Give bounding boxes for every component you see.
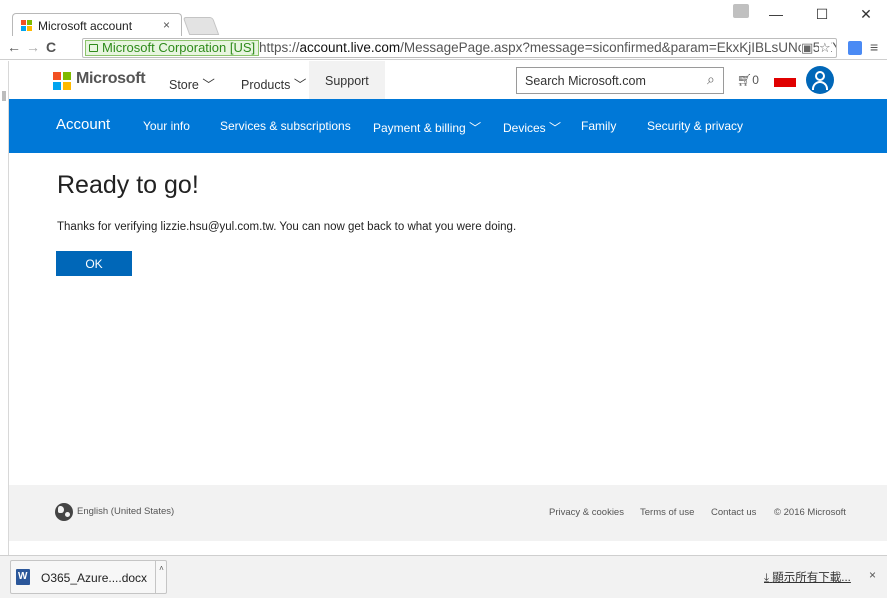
nav-security-privacy[interactable]: Security & privacy <box>647 119 743 133</box>
browser-tab[interactable]: Microsoft account × <box>12 13 182 37</box>
terms-of-use-link[interactable]: Terms of use <box>640 507 694 518</box>
download-options-chevron-icon[interactable]: ˄ <box>155 561 167 593</box>
reload-icon[interactable]: C <box>46 39 56 55</box>
brand-name[interactable]: Microsoft <box>76 70 146 88</box>
new-tab-button[interactable] <box>182 17 220 35</box>
close-window-icon[interactable]: ✕ <box>852 6 880 23</box>
profile-icon[interactable] <box>733 4 749 18</box>
copyright: © 2016 Microsoft <box>774 507 846 518</box>
downloads-shelf: O365_Azure....docx ˄ ⤓ 顯示所有下載... × <box>0 555 887 598</box>
chevron-down-icon: ﹀ <box>469 121 482 135</box>
chevron-down-icon: ﹀ <box>293 78 307 92</box>
nav-payment-billing-label: Payment & billing <box>373 121 466 135</box>
url-text: https://account.live.com/MessagePage.asp… <box>259 40 837 55</box>
tab-title: Microsoft account <box>38 19 133 33</box>
address-bar[interactable]: Microsoft Corporation [US] https://accou… <box>82 38 837 58</box>
nav-services-subscriptions[interactable]: Services & subscriptions <box>220 119 351 133</box>
page-bottom-spacer <box>9 541 887 555</box>
search-box: ⌕ <box>516 67 724 94</box>
cart-count: 0 <box>752 73 759 87</box>
nav-store[interactable]: Store ﹀ <box>169 74 215 93</box>
page-title: Ready to go! <box>57 171 199 199</box>
chevron-down-icon: ﹀ <box>549 121 562 135</box>
browser-titlebar: Microsoft account × — ☐ ✕ <box>0 0 887 37</box>
avatar-head <box>815 71 825 81</box>
maximize-icon[interactable]: ☐ <box>808 6 836 23</box>
account-nav-bar: Account Your info Services & subscriptio… <box>9 99 887 153</box>
url-host: account.live.com <box>299 40 401 55</box>
nav-products[interactable]: Products ﹀ <box>241 74 306 93</box>
download-file-name: O365_Azure....docx <box>41 571 148 585</box>
download-arrow-icon: ⤓ <box>764 572 770 584</box>
minimize-icon[interactable]: — <box>762 6 790 22</box>
search-input[interactable] <box>517 68 697 93</box>
ms-header: Microsoft Store ﹀ Products ﹀ Support ⌕ 🛒… <box>9 61 887 99</box>
extension-icon[interactable] <box>848 41 862 55</box>
tab-close-icon[interactable]: × <box>163 18 170 32</box>
nav-payment-billing[interactable]: Payment & billing ﹀ <box>373 119 481 136</box>
url-path: /MessagePage.aspx?message=siconfirmed&pa… <box>400 40 837 55</box>
nav-store-label: Store <box>169 78 199 92</box>
close-shelf-icon[interactable]: × <box>869 568 876 582</box>
forward-icon[interactable]: → <box>26 39 40 55</box>
lock-icon <box>89 44 98 52</box>
nav-devices-label: Devices <box>503 121 546 135</box>
confirmation-message: Thanks for verifying lizzie.hsu@yul.com.… <box>57 221 517 233</box>
nav-family[interactable]: Family <box>581 119 616 133</box>
show-all-downloads-link[interactable]: ⤓ 顯示所有下載... <box>764 569 851 585</box>
chevron-down-icon: ﹀ <box>202 78 215 92</box>
locale-selector[interactable]: English (United States) <box>77 506 174 517</box>
back-icon[interactable]: ← <box>7 39 21 55</box>
search-icon[interactable]: ⌕ <box>707 71 715 88</box>
cart-icon: 🛒︎ <box>737 73 753 87</box>
privacy-cookies-link[interactable]: Privacy & cookies <box>549 507 624 518</box>
nav-products-label: Products <box>241 78 291 92</box>
ev-certificate-badge[interactable]: Microsoft Corporation [US] <box>85 40 260 56</box>
ev-certificate-label: Microsoft Corporation [US] <box>102 40 256 55</box>
globe-icon[interactable] <box>55 503 73 521</box>
user-avatar-icon[interactable] <box>806 66 834 94</box>
url-prefix: https:// <box>259 40 300 55</box>
nav-your-info[interactable]: Your info <box>143 119 190 133</box>
nav-support[interactable]: Support <box>325 74 369 88</box>
account-title[interactable]: Account <box>56 116 110 133</box>
browser-toolbar: ← → C Microsoft Corporation [US] https:/… <box>0 36 887 60</box>
main-content: Ready to go! Thanks for verifying lizzie… <box>9 153 887 485</box>
translate-icon[interactable]: ▣ <box>801 40 814 56</box>
cart-button[interactable]: 🛒︎0 <box>737 73 759 87</box>
chrome-menu-icon[interactable]: ≡ <box>870 39 878 55</box>
show-all-downloads-label: 顯示所有下載... <box>772 572 851 584</box>
word-document-icon <box>16 569 30 585</box>
ok-button[interactable]: OK <box>56 251 132 276</box>
page-footer: English (United States) Privacy & cookie… <box>9 485 887 541</box>
redacted-username <box>774 78 796 87</box>
nav-devices[interactable]: Devices ﹀ <box>503 119 561 136</box>
avatar-body <box>812 81 828 90</box>
microsoft-logo-icon[interactable] <box>53 72 71 90</box>
download-item[interactable]: O365_Azure....docx ˄ <box>10 560 167 594</box>
microsoft-logo-icon <box>21 20 33 32</box>
bookmark-star-icon[interactable]: ☆ <box>819 40 831 56</box>
window-left-edge <box>0 61 9 555</box>
contact-us-link[interactable]: Contact us <box>711 507 756 518</box>
